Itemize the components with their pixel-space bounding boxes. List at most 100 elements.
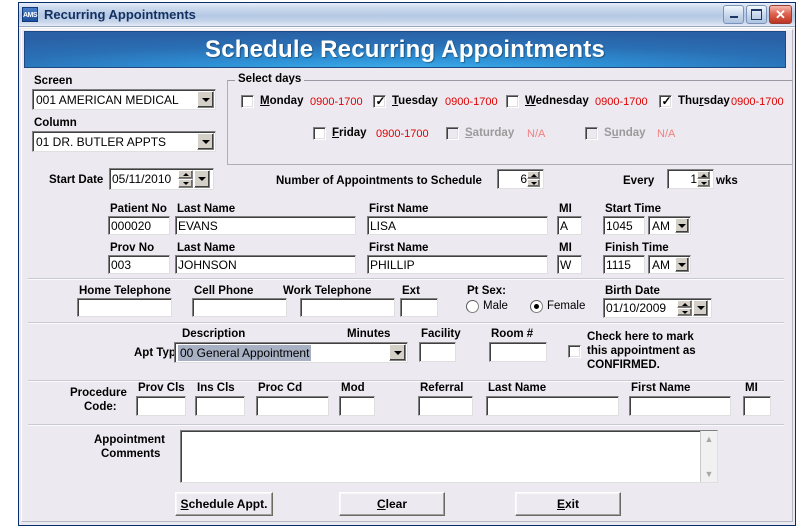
checkbox-saturday (446, 127, 459, 140)
start-time-meridiem-select[interactable]: AM (648, 216, 691, 235)
maximize-button[interactable] (746, 5, 767, 24)
exit-button[interactable]: Exit (515, 492, 621, 516)
column-select[interactable]: 01 DR. BUTLER APPTS (32, 131, 216, 152)
checkbox-friday[interactable] (313, 127, 326, 140)
num-appointments-label: Number of Appointments to Schedule (276, 175, 482, 187)
finish-time-meridiem-chevron-down-icon[interactable] (675, 257, 689, 272)
referral-first-name-input[interactable] (629, 396, 731, 416)
screen-label: Screen (34, 75, 73, 87)
scroll-down-icon[interactable]: ▼ (701, 466, 717, 482)
window-client-area: Schedule Recurring Appointments Screen 0… (19, 27, 795, 525)
label-saturday: Saturday (465, 127, 515, 139)
radio-male[interactable] (466, 300, 479, 313)
checkbox-sunday (585, 127, 598, 140)
num-appointments-spin-up[interactable] (527, 171, 540, 179)
clear-button[interactable]: Clear (339, 492, 445, 516)
ams-app-icon: AMS (22, 7, 38, 22)
birth-date-calendar-chevron-down-icon[interactable] (693, 300, 708, 316)
screen-select-chevron-down-icon[interactable] (197, 91, 214, 108)
prov-first-name-label: First Name (369, 242, 429, 254)
finish-time-input[interactable]: 1115 (603, 255, 645, 274)
patient-no-input[interactable]: 000020 (108, 216, 170, 235)
start-date-label: Start Date (49, 174, 104, 186)
ins-cls-input[interactable] (195, 396, 245, 416)
start-time-meridiem-chevron-down-icon[interactable] (675, 218, 689, 233)
confirmed-label-line3: CONFIRMED. (587, 359, 660, 371)
label-wednesday-rest: ednesday (535, 95, 589, 107)
select-days-group: Select days (227, 73, 793, 165)
label-monday-rest: onday (269, 95, 304, 107)
schedule-appt-label: Schedule Appt. (180, 497, 268, 511)
cell-phone-input[interactable] (192, 298, 287, 317)
description-label: Description (182, 328, 246, 340)
room-input[interactable] (489, 342, 547, 362)
recurring-appointments-window: AMS Recurring Appointments ✕ Schedule Re… (18, 2, 796, 526)
minimize-button[interactable] (723, 5, 744, 24)
every-weeks-value: 1 (690, 172, 697, 186)
checkbox-monday[interactable] (241, 95, 254, 108)
label-thursday: Thursday (678, 95, 730, 107)
appointment-comments-textarea[interactable]: ▲ ▼ (180, 430, 718, 483)
window-title: Recurring Appointments (44, 7, 196, 22)
patient-last-name-input[interactable]: EVANS (175, 216, 356, 235)
birth-date-spinner[interactable] (677, 300, 692, 316)
schedule-appt-button[interactable]: Schedule Appt. (175, 492, 273, 516)
appointment-comments-value[interactable] (181, 431, 700, 482)
comments-scrollbar[interactable]: ▲ ▼ (700, 431, 717, 482)
prov-mi-input[interactable]: W (557, 255, 582, 274)
start-date-input[interactable]: 05/11/2010 (109, 168, 214, 190)
start-date-spin-down[interactable] (178, 179, 193, 188)
start-date-spinner[interactable] (178, 170, 193, 188)
finish-time-meridiem-select[interactable]: AM (648, 255, 691, 274)
apt-type-select-chevron-down-icon[interactable] (389, 344, 406, 361)
home-telephone-input[interactable] (77, 298, 172, 317)
column-select-value: 01 DR. BUTLER APPTS (36, 134, 167, 149)
label-friday-rest: riday (339, 127, 367, 139)
start-date-calendar-chevron-down-icon[interactable] (194, 170, 210, 188)
birth-date-spin-up[interactable] (677, 300, 692, 308)
label-male: Male (483, 300, 508, 312)
start-date-spin-up[interactable] (178, 170, 193, 179)
checkbox-thursday[interactable]: ✓ (659, 95, 672, 108)
referral-mi-input[interactable] (743, 396, 771, 416)
apt-type-select-value: 00 General Appointment (178, 344, 312, 361)
prov-cls-input[interactable] (136, 396, 186, 416)
start-date-value: 05/11/2010 (112, 172, 172, 186)
birth-date-spin-down[interactable] (677, 308, 692, 316)
every-weeks-spin-up[interactable] (697, 171, 710, 179)
facility-input[interactable] (419, 342, 456, 362)
every-weeks-spinner[interactable] (697, 171, 710, 187)
apt-type-select[interactable]: 00 General Appointment (174, 342, 408, 363)
ext-input[interactable] (400, 298, 438, 317)
num-appointments-input[interactable]: 6 (497, 169, 544, 189)
screen-select[interactable]: 001 AMERICAN MEDICAL (32, 89, 216, 110)
window-title-bar[interactable]: AMS Recurring Appointments ✕ (19, 3, 795, 27)
every-weeks-input[interactable]: 1 (667, 169, 714, 189)
patient-first-name-label: First Name (369, 203, 429, 215)
start-time-input[interactable]: 1045 (603, 216, 645, 235)
work-telephone-input[interactable] (300, 298, 395, 317)
column-select-chevron-down-icon[interactable] (197, 133, 214, 150)
prov-first-name-input[interactable]: PHILLIP (367, 255, 548, 274)
mod-input[interactable] (339, 396, 375, 416)
num-appointments-spinner[interactable] (527, 171, 540, 187)
pt-sex-label: Pt Sex: (467, 285, 506, 297)
patient-mi-input[interactable]: A (557, 216, 582, 235)
referral-input[interactable] (418, 396, 473, 416)
checkbox-confirmed[interactable] (568, 345, 581, 358)
birth-date-input[interactable]: 01/10/2009 (603, 298, 712, 318)
referral-last-name-input[interactable] (486, 396, 619, 416)
checkbox-wednesday[interactable] (506, 95, 519, 108)
scroll-up-icon[interactable]: ▲ (701, 431, 717, 447)
prov-last-name-input[interactable]: JOHNSON (175, 255, 356, 274)
num-appointments-spin-down[interactable] (527, 179, 540, 187)
every-weeks-spin-down[interactable] (697, 179, 710, 187)
checkbox-tuesday[interactable]: ✓ (373, 95, 386, 108)
patient-first-name-input[interactable]: LISA (367, 216, 548, 235)
prov-no-input[interactable]: 003 (108, 255, 170, 274)
proc-cd-input[interactable] (256, 396, 329, 416)
confirmed-label-line2: this appointment as (587, 345, 696, 357)
radio-female[interactable] (530, 300, 543, 313)
patient-no-value: 000020 (111, 218, 152, 233)
close-button[interactable]: ✕ (769, 5, 792, 24)
